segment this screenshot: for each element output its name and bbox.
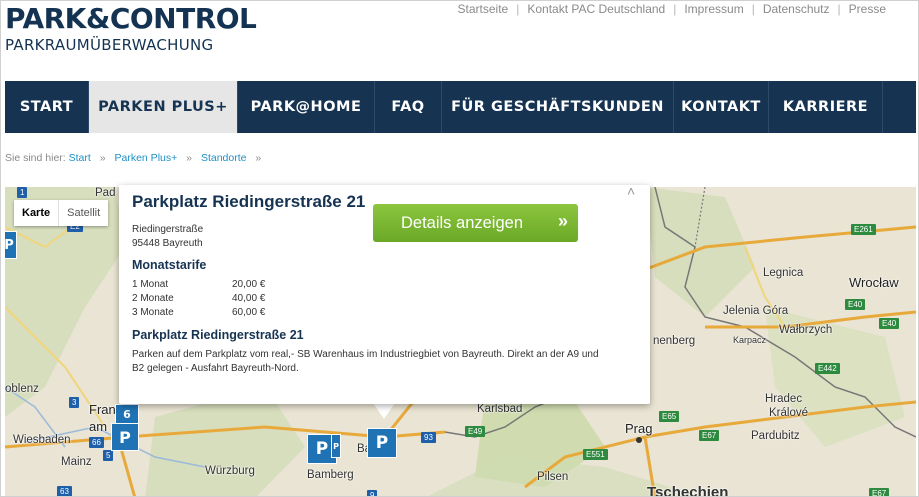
tarif-duration: 1 Monat [132,279,169,290]
page: PARK&CONTROL PARKRAUMÜBERWACHUNG Startse… [0,0,919,497]
nav-faq[interactable]: FAQ [375,81,442,133]
divider: | [751,2,755,16]
map-label-henberg: nenberg [653,335,696,347]
tarif-duration: 3 Monate [132,307,174,318]
logo[interactable]: PARK&CONTROL PARKRAUMÜBERWACHUNG [5,2,257,55]
popup-title: Parkplatz Riedingerstraße 21 [132,192,366,211]
popup-close-icon[interactable]: ˄ [627,183,635,199]
divider: | [673,2,677,16]
topnav-datenschutz[interactable]: Datenschutz [763,2,830,16]
road-e40-2: E40 [879,318,900,329]
divider: | [837,2,841,16]
map-label-wuerzburg: Würzburg [205,465,255,477]
tarif-price: 60,00 € [232,307,266,318]
map-label-kralove: Králové [769,407,808,419]
map-label-karpacz: Karpacz [733,335,767,345]
details-button-label: Details anzeigen [401,213,523,232]
popup-address: Riedingerstraße 95448 Bayreuth [132,223,203,251]
popup-tarif-heading: Monatstarife [132,258,207,272]
tarif-row: 2 Monate 40,00 € [132,292,265,306]
tarif-row: 1 Monat 20,00 € [132,278,265,292]
details-button[interactable]: Details anzeigen » [373,204,578,242]
map-pin-parking-selected[interactable]: P [367,428,397,458]
map-label-pilsen: Pilsen [537,471,569,483]
logo-wordmark: PARK&CONTROL [5,2,257,35]
map-type-satellit[interactable]: Satellit [58,200,108,226]
road-e67-b: E67 [869,488,890,496]
nav-start[interactable]: START [5,81,89,133]
chevron-right-icon: » [557,211,568,231]
popup-street: Riedingerstraße [132,224,204,235]
divider: | [516,2,520,16]
map-type-karte[interactable]: Karte [14,200,58,226]
map-label-prag: Prag [625,421,653,436]
map-pin-parking[interactable]: P [111,423,139,451]
map-label-wiesbaden: Wiesbaden [13,434,71,446]
map-pin-parking[interactable]: P [5,231,17,259]
breadcrumb-sep: » [186,152,193,164]
map-label-hradec: Hradec [765,393,803,405]
road-5: 5 [103,450,114,461]
map-type-control: Karte Satellit [14,200,109,226]
road-e49: E49 [465,426,486,437]
map-label-tschechien: Tschechien [647,484,729,497]
map-label-walbrzych: Wałbrzych [779,324,833,336]
map-label-pardubitz: Pardubitz [751,430,800,442]
nav-park-at-home[interactable]: PARK@HOME [238,81,375,133]
road-e551: E551 [583,449,608,460]
breadcrumb-standorte[interactable]: Standorte [201,152,247,164]
popup-subtitle: Parkplatz Riedingerstraße 21 [132,328,304,342]
breadcrumb-sep: » [255,152,262,164]
tarif-duration: 2 Monate [132,293,174,304]
map-label-bamberg: Bamberg [307,469,354,481]
breadcrumb-sep: » [99,152,106,164]
nav-parken-plus[interactable]: PARKEN PLUS+ [89,81,238,133]
logo-tagline: PARKRAUMÜBERWACHUNG [5,36,214,54]
location-popup: ˄ Parkplatz Riedingerstraße 21 Details a… [119,183,650,404]
tarif-price: 40,00 € [232,293,266,304]
road-e65: E65 [659,411,680,422]
map-label-jelenia-gora: Jelenia Góra [723,305,789,317]
topnav-presse[interactable]: Presse [849,2,886,16]
tarif-row: 3 Monate 60,00 € [132,306,265,320]
map-label-legnica: Legnica [763,267,804,279]
map-label-koblenz: oblenz [5,383,39,395]
map-label-pad: Pad [95,187,116,199]
topnav-impressum[interactable]: Impressum [684,2,743,16]
breadcrumb-parken-plus[interactable]: Parken Plus+ [115,152,178,164]
road-e442: E442 [815,363,840,374]
popup-tarif-table: 1 Monat 20,00 € 2 Monate 40,00 € 3 Monate 6… [132,278,265,320]
road-93: 93 [421,432,436,443]
road-1: 1 [17,187,28,198]
road-66: 66 [89,437,104,448]
map-label-wroclaw: Wrocław [849,275,899,290]
topnav-kontakt[interactable]: Kontakt PAC Deutschland [527,2,665,16]
breadcrumb-prefix: Sie sind hier: [5,152,66,164]
popup-description: Parken auf dem Parkplatz vom real,- SB W… [132,349,599,374]
map-label-mainz: Mainz [61,456,92,468]
popup-city: 95448 Bayreuth [132,238,203,249]
road-3: 3 [69,397,80,408]
tarif-price: 20,00 € [232,279,266,290]
breadcrumb: Sie sind hier: Start » Parken Plus+ » St… [5,152,267,164]
road-e40: E40 [845,299,866,310]
breadcrumb-start[interactable]: Start [69,152,91,164]
nav-karriere[interactable]: KARRIERE [769,81,883,133]
road-e67: E67 [699,430,720,441]
popup-pointer [373,403,395,419]
nav-kontakt[interactable]: KONTAKT [674,81,769,133]
topnav-startseite[interactable]: Startseite [458,2,509,16]
map-label-frankfurt-2: am [89,419,108,434]
nav-geschaeftskunden[interactable]: FÜR GESCHÄFTSKUNDEN [442,81,674,133]
road-9: 9 [367,490,378,496]
road-e261: E261 [851,224,876,235]
map-pin-parking[interactable]: P [331,434,341,458]
main-nav: START PARKEN PLUS+ PARK@HOME FAQ FÜR GES… [5,81,916,133]
top-nav: Startseite | Kontakt PAC Deutschland | I… [458,2,886,16]
road-63: 63 [57,486,72,496]
map-label-karlsbad: Karlsbad [477,403,523,415]
map-pin-cluster[interactable]: 6 [115,404,139,424]
